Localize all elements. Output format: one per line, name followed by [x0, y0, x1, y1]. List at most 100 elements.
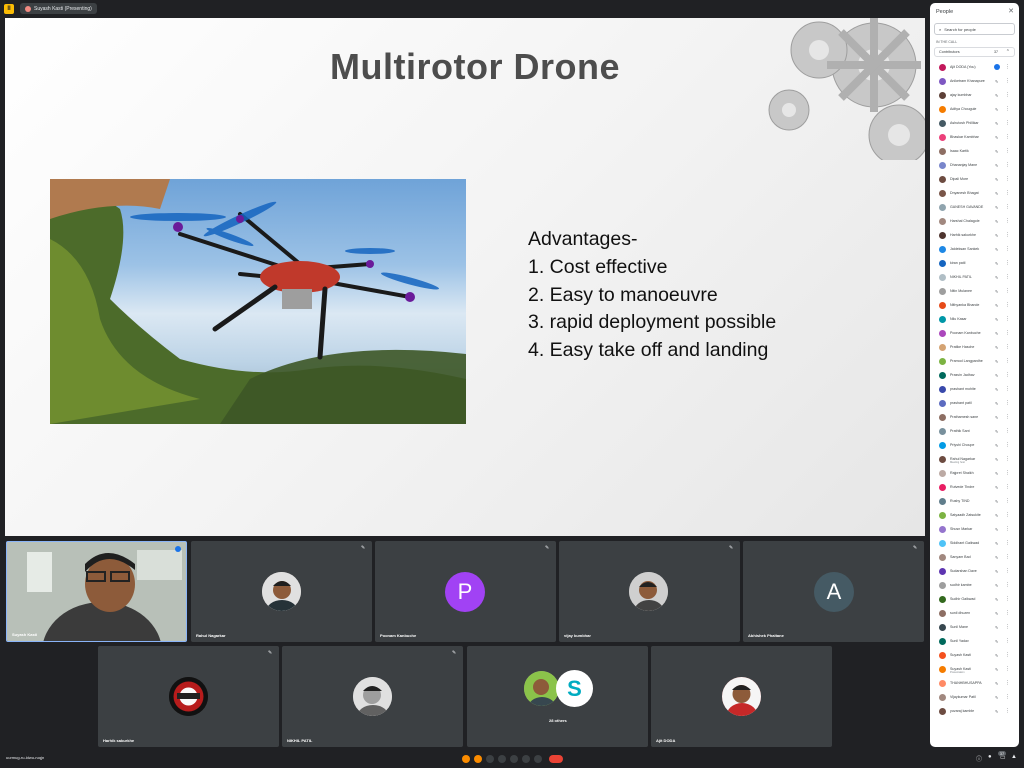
- participant-row[interactable]: Satyaadh Zatsukite ✎ ⋮: [934, 508, 1015, 522]
- participant-tile[interactable]: ✎ vijay kumbhar: [559, 541, 740, 642]
- more-options-icon[interactable]: ⋮: [1005, 246, 1010, 252]
- more-options-icon[interactable]: ⋮: [1005, 652, 1010, 658]
- participant-tile[interactable]: A ✎ Abhishek Phaltane: [743, 541, 924, 642]
- participant-row[interactable]: Nilu Kasar ✎ ⋮: [934, 312, 1015, 326]
- participant-row[interactable]: Suyash Kasti ✎ ⋮: [934, 648, 1015, 662]
- more-options-icon[interactable]: ⋮: [1005, 470, 1010, 476]
- more-options-icon[interactable]: ⋮: [1005, 92, 1010, 98]
- participant-row[interactable]: Shusn Markar ✎ ⋮: [934, 522, 1015, 536]
- close-icon[interactable]: ✕: [1008, 7, 1014, 15]
- chevron-up-icon[interactable]: ⌃: [1006, 49, 1010, 55]
- more-options-icon[interactable]: ⋮: [1005, 190, 1010, 196]
- participant-row[interactable]: yuvaraj kamble ✎ ⋮: [934, 704, 1015, 718]
- participant-row[interactable]: Poonam Kanbuche ✎ ⋮: [934, 326, 1015, 340]
- participant-row[interactable]: Sunil Mane ✎ ⋮: [934, 620, 1015, 634]
- participant-tile[interactable]: ✎ Harhik sakurkhe: [98, 646, 279, 747]
- participant-row[interactable]: Prathik Sant ✎ ⋮: [934, 424, 1015, 438]
- more-options-icon[interactable]: ⋮: [1005, 64, 1010, 70]
- participant-row[interactable]: Priyshi Choupe ✎ ⋮: [934, 438, 1015, 452]
- participant-row[interactable]: Dhananjay Mane ✎ ⋮: [934, 158, 1015, 172]
- participant-row[interactable]: Bhaskar Kambhar ✎ ⋮: [934, 130, 1015, 144]
- mic-button[interactable]: [498, 755, 506, 763]
- participant-row[interactable]: Ashutosh Phillikar ✎ ⋮: [934, 116, 1015, 130]
- more-options-icon[interactable]: ⋮: [1005, 666, 1010, 672]
- captions-icon[interactable]: [486, 755, 494, 763]
- more-options-icon[interactable]: ⋮: [1005, 680, 1010, 686]
- participant-tile[interactable]: Suyash Kasti: [6, 541, 187, 642]
- participant-row[interactable]: Rajpret Shaikh ✎ ⋮: [934, 466, 1015, 480]
- participant-tile[interactable]: Ajit DODA: [651, 646, 832, 747]
- more-options-icon[interactable]: ⋮: [1005, 610, 1010, 616]
- participant-row[interactable]: Nitin Mulanee ✎ ⋮: [934, 284, 1015, 298]
- more-options-icon[interactable]: ⋮: [1005, 302, 1010, 308]
- more-options-icon[interactable]: ⋮: [1005, 134, 1010, 140]
- participant-tile[interactable]: P ✎ Poonam Kanbuche: [375, 541, 556, 642]
- participant-row[interactable]: Pramod Langpardhe ✎ ⋮: [934, 354, 1015, 368]
- more-options-icon[interactable]: ⋮: [1005, 176, 1010, 182]
- pin-icon[interactable]: [175, 546, 181, 552]
- more-options-icon[interactable]: ⋮: [1005, 638, 1010, 644]
- participant-row[interactable]: Prathamesh sane ✎ ⋮: [934, 410, 1015, 424]
- participant-row[interactable]: Sudhir Gaikwad ✎ ⋮: [934, 592, 1015, 606]
- participant-row[interactable]: Suyash Kasti Presentation ✎ ⋮: [934, 662, 1015, 676]
- more-options-icon[interactable]: ⋮: [1005, 232, 1010, 238]
- more-options-icon[interactable]: ⋮: [1005, 428, 1010, 434]
- reactions-icon[interactable]: [474, 755, 482, 763]
- participant-row[interactable]: prashant mohite ✎ ⋮: [934, 382, 1015, 396]
- participant-row[interactable]: Rushy TIND ✎ ⋮: [934, 494, 1015, 508]
- participant-row[interactable]: sudhir kambe ✎ ⋮: [934, 578, 1015, 592]
- more-options-icon[interactable]: ⋮: [1005, 386, 1010, 392]
- activities-icon[interactable]: ▲: [1011, 754, 1019, 762]
- participant-row[interactable]: Ajit DODA (You) ⋮: [934, 60, 1015, 74]
- more-options-icon[interactable]: ⋮: [1005, 708, 1010, 714]
- more-options-icon[interactable]: [534, 755, 542, 763]
- participant-row[interactable]: prashant patil ✎ ⋮: [934, 396, 1015, 410]
- more-options-icon[interactable]: ⋮: [1005, 694, 1010, 700]
- chat-icon[interactable]: ▭: [1000, 754, 1008, 762]
- participant-row[interactable]: Isaac Kartik ✎ ⋮: [934, 144, 1015, 158]
- more-options-icon[interactable]: ⋮: [1005, 456, 1010, 462]
- people-icon[interactable]: ●: [988, 754, 996, 762]
- participant-row[interactable]: Prasvin Jadhav ✎ ⋮: [934, 368, 1015, 382]
- more-options-icon[interactable]: ⋮: [1005, 372, 1010, 378]
- participant-row[interactable]: Aniketram Khanapure ✎ ⋮: [934, 74, 1015, 88]
- participant-row[interactable]: Aditya Chougule ✎ ⋮: [934, 102, 1015, 116]
- more-options-icon[interactable]: ⋮: [1005, 358, 1010, 364]
- participant-row[interactable]: Pratike Hasche ✎ ⋮: [934, 340, 1015, 354]
- participant-row[interactable]: Rahul Nagarkar Meeting host ✎ ⋮: [934, 452, 1015, 466]
- search-people-input[interactable]: ⌕ Search for people: [934, 23, 1015, 35]
- more-options-icon[interactable]: ⋮: [1005, 582, 1010, 588]
- more-options-icon[interactable]: ⋮: [1005, 414, 1010, 420]
- participant-row[interactable]: Dnyanesh Bhagat ✎ ⋮: [934, 186, 1015, 200]
- more-options-icon[interactable]: ⋮: [1005, 120, 1010, 126]
- participant-row[interactable]: Rutvede Tindre ✎ ⋮: [934, 480, 1015, 494]
- more-options-icon[interactable]: ⋮: [1005, 484, 1010, 490]
- participant-row[interactable]: Sunil Yadav ✎ ⋮: [934, 634, 1015, 648]
- more-options-icon[interactable]: ⋮: [1005, 316, 1010, 322]
- more-options-icon[interactable]: ⋮: [1005, 218, 1010, 224]
- participant-tile[interactable]: ✎ Rahul Nagarkar: [191, 541, 372, 642]
- participant-row[interactable]: ajay kumbhar ✎ ⋮: [934, 88, 1015, 102]
- participant-row[interactable]: Sudarshan Dave ✎ ⋮: [934, 564, 1015, 578]
- participant-tile[interactable]: ✎ NIKHIL PATIL: [282, 646, 463, 747]
- more-options-icon[interactable]: ⋮: [1005, 344, 1010, 350]
- participant-row[interactable]: THANHBHUSAPPA ✎ ⋮: [934, 676, 1015, 690]
- more-options-icon[interactable]: ⋮: [1005, 162, 1010, 168]
- more-options-icon[interactable]: ⋮: [1005, 526, 1010, 532]
- more-options-icon[interactable]: ⋮: [1005, 400, 1010, 406]
- camera-button[interactable]: [510, 755, 518, 763]
- more-options-icon[interactable]: ⋮: [1005, 540, 1010, 546]
- participant-row[interactable]: Harhik sakurkhe ✎ ⋮: [934, 228, 1015, 242]
- participant-row[interactable]: GANESH GAVANDE ✎ ⋮: [934, 200, 1015, 214]
- participant-row[interactable]: NIKHIL PATIL ✎ ⋮: [934, 270, 1015, 284]
- more-options-icon[interactable]: ⋮: [1005, 204, 1010, 210]
- leave-call-button[interactable]: [549, 755, 563, 763]
- more-options-icon[interactable]: ⋮: [1005, 512, 1010, 518]
- more-options-icon[interactable]: ⋮: [1005, 288, 1010, 294]
- participant-row[interactable]: sunil dhuzen ✎ ⋮: [934, 606, 1015, 620]
- more-options-icon[interactable]: ⋮: [1005, 106, 1010, 112]
- more-options-icon[interactable]: ⋮: [1005, 568, 1010, 574]
- more-options-icon[interactable]: ⋮: [1005, 260, 1010, 266]
- more-options-icon[interactable]: ⋮: [1005, 498, 1010, 504]
- more-options-icon[interactable]: ⋮: [1005, 554, 1010, 560]
